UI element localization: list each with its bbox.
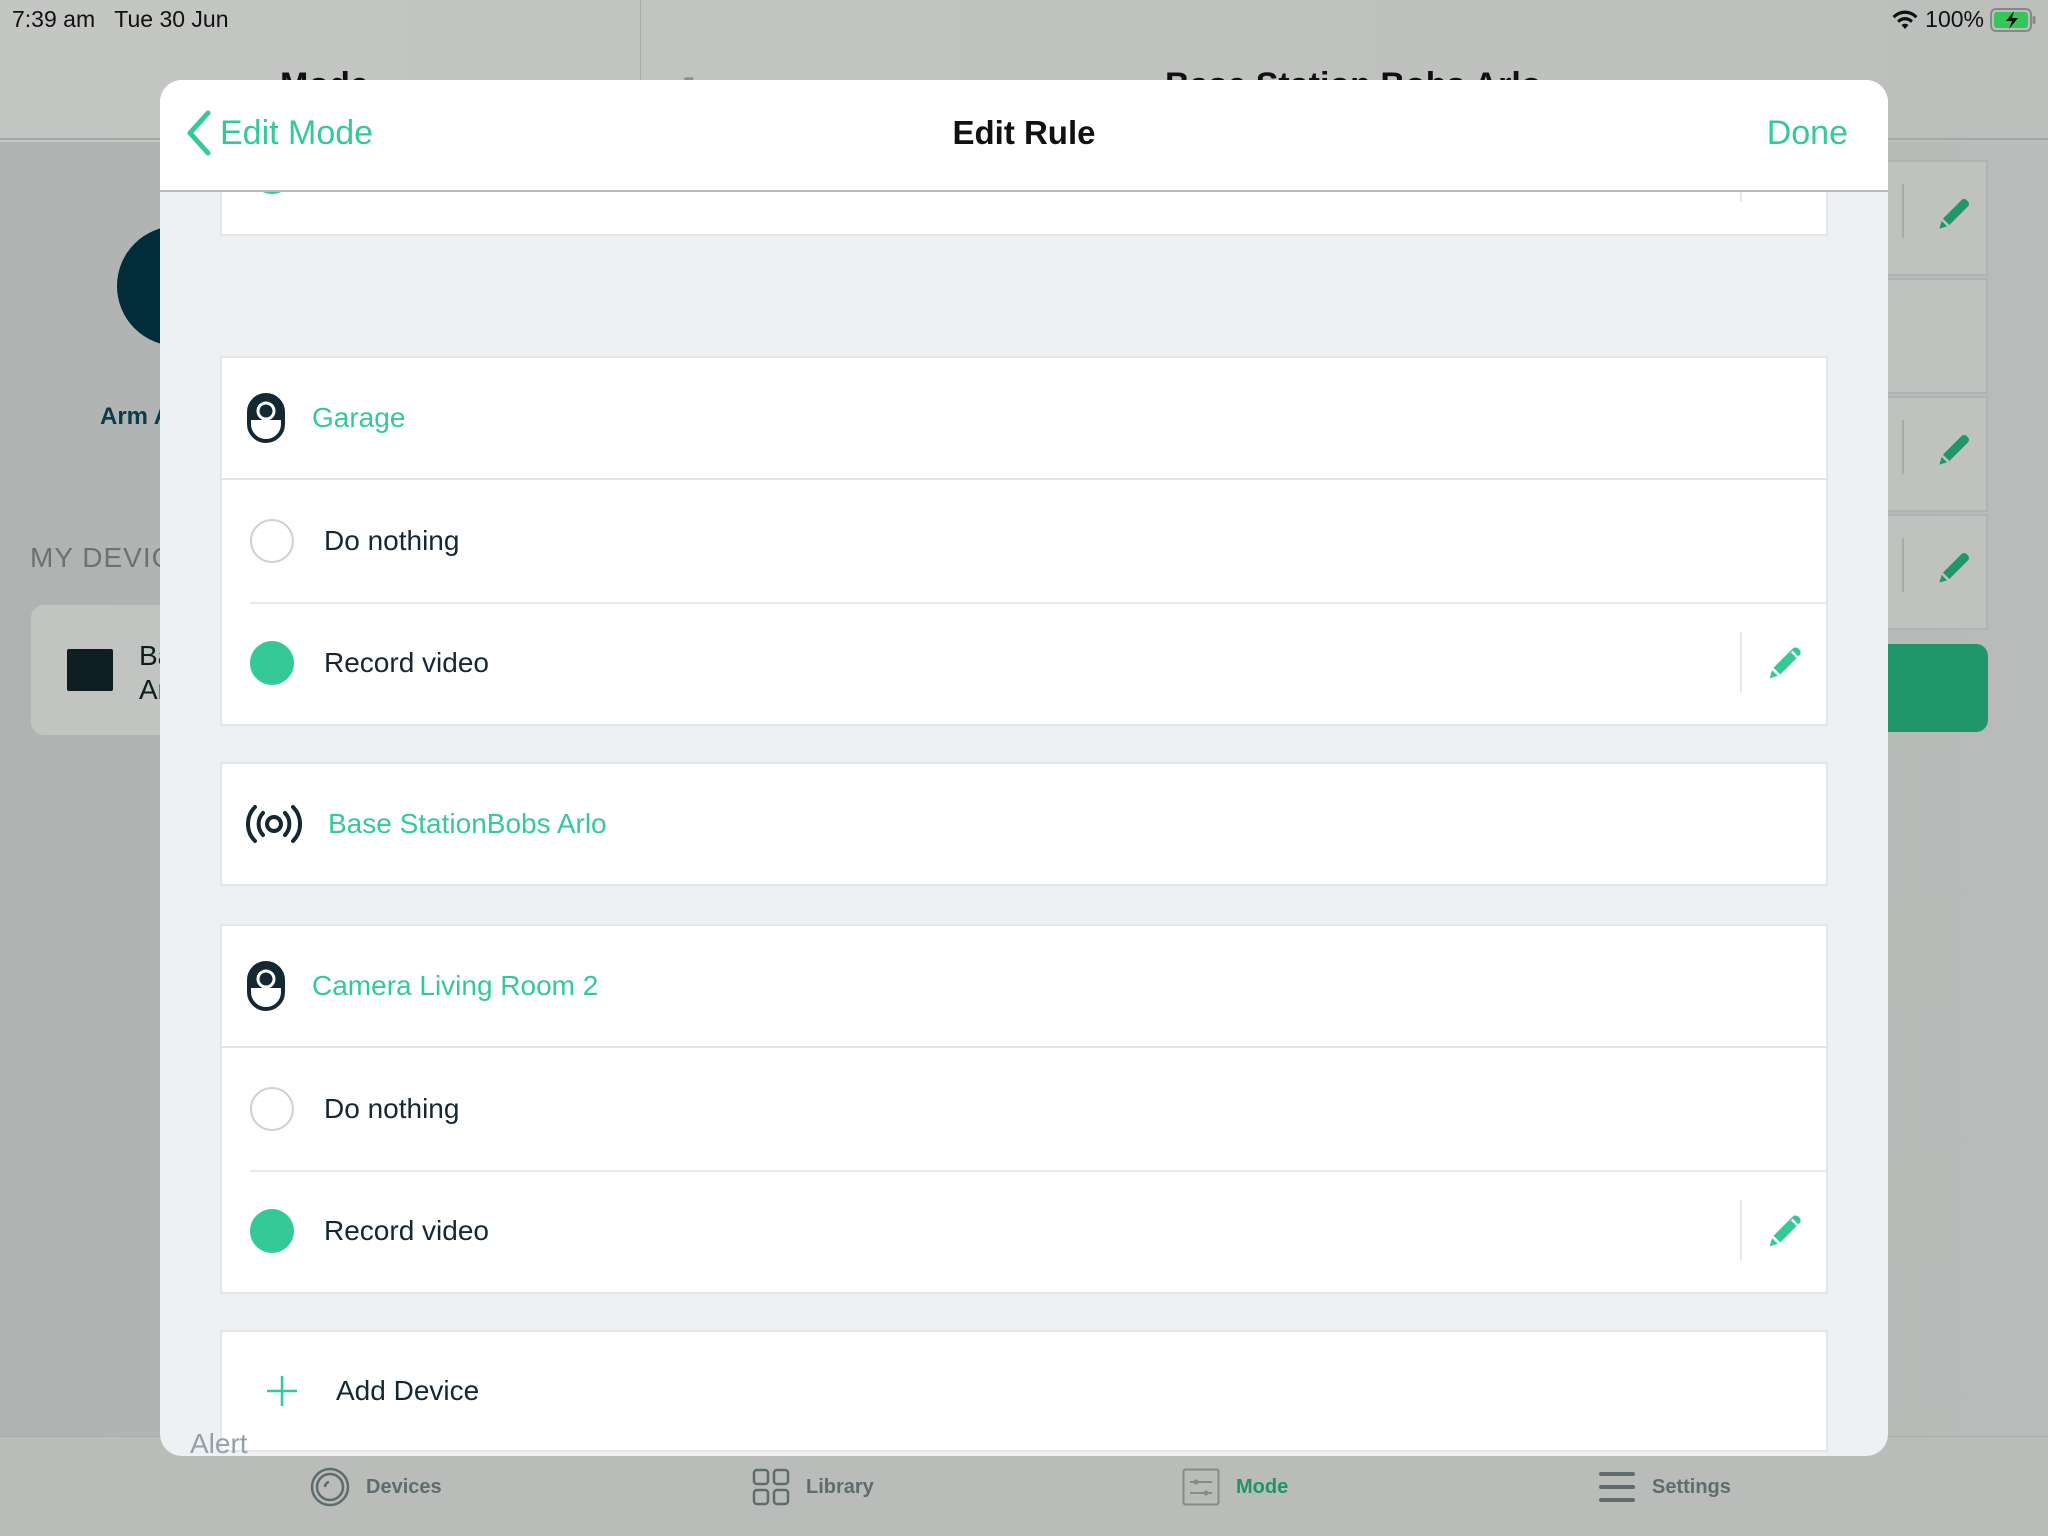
option-record-video[interactable]: Record video: [222, 1170, 1826, 1292]
pencil-icon: [1939, 199, 1969, 229]
radio-unselected[interactable]: [250, 1087, 294, 1131]
tab-mode-label: Mode: [1236, 1475, 1289, 1498]
option-record-video[interactable]: Record video: [222, 602, 1826, 724]
battery-percent: 100%: [1925, 6, 1984, 32]
background-rule-row: [1880, 514, 1988, 630]
mode-icon: [1182, 1468, 1220, 1506]
modal-header: Edit Mode Edit Rule Done: [160, 80, 1888, 192]
device-name: Camera Living Room 2: [312, 970, 599, 1001]
battery-charging-icon: [1990, 7, 2036, 32]
pencil-icon: [1939, 435, 1969, 465]
background-save-button: [1880, 644, 1988, 732]
device-name: Garage: [312, 402, 406, 433]
option-label: Do nothing: [324, 1093, 460, 1124]
device-header[interactable]: Garage: [222, 358, 1826, 478]
devices-icon: [310, 1467, 350, 1507]
status-bar-time: 7:39 am Tue 30 Jun: [12, 6, 229, 33]
background-rule-row: [1880, 160, 1988, 276]
radio-unselected[interactable]: [250, 519, 294, 563]
status-bar-right: 100%: [1891, 6, 2036, 33]
status-date: Tue 30 Jun: [114, 6, 229, 32]
options-card-garage: Do nothing Record video: [220, 478, 1828, 726]
pencil-icon[interactable]: [1762, 640, 1808, 686]
radio-selected[interactable]: [250, 1209, 294, 1253]
modal-title: Edit Rule: [952, 114, 1096, 151]
device-card-base-station: Base StationBobs Arlo: [220, 762, 1828, 886]
my-devices-heading: MY DEVIC: [30, 542, 173, 573]
plus-icon: [267, 1376, 297, 1406]
device-header[interactable]: Camera Living Room 2: [222, 926, 1826, 1046]
device-header[interactable]: Base StationBobs Arlo: [222, 764, 1826, 884]
device-name: Base StationBobs Arlo: [328, 808, 607, 839]
device-card-garage: Garage: [220, 356, 1828, 480]
background-rule-row: [1880, 278, 1988, 394]
option-do-nothing[interactable]: Do nothing: [222, 1048, 1826, 1170]
edit-rule-modal: Edit Mode Edit Rule Done Garage Do nothi…: [160, 80, 1888, 1456]
alert-section-heading: Alert: [190, 1428, 248, 1456]
option-do-nothing[interactable]: Do nothing: [222, 480, 1826, 602]
base-station-device-icon: [67, 649, 113, 691]
option-label: Record video: [324, 647, 489, 678]
divider: [1740, 1200, 1742, 1260]
option-label: Do nothing: [324, 525, 460, 556]
background-rule-rows: [1880, 160, 1988, 632]
library-icon: [752, 1468, 790, 1506]
background-rule-row: [1880, 396, 1988, 512]
tab-library-label: Library: [806, 1475, 874, 1498]
add-device-button[interactable]: Add Device: [220, 1330, 1828, 1452]
wifi-icon: [1892, 10, 1918, 29]
pencil-icon: [1939, 553, 1969, 583]
status-time: 7:39 am: [12, 6, 96, 32]
option-label: Record video: [324, 1215, 489, 1246]
radio-selected[interactable]: [250, 641, 294, 685]
done-button[interactable]: Done: [1767, 114, 1848, 153]
base-station-icon: [246, 805, 302, 843]
tab-devices-label: Devices: [366, 1475, 442, 1498]
camera-icon: [247, 393, 285, 443]
pencil-icon[interactable]: [1762, 1208, 1808, 1254]
add-device-label: Add Device: [336, 1375, 480, 1406]
divider: [1740, 632, 1742, 692]
tab-settings-label: Settings: [1652, 1475, 1731, 1498]
settings-icon: [1599, 1472, 1635, 1502]
camera-icon: [247, 961, 285, 1011]
options-card-camera-living-room-2: Do nothing Record video: [220, 1046, 1828, 1294]
device-card-camera-living-room-2: Camera Living Room 2: [220, 924, 1828, 1048]
